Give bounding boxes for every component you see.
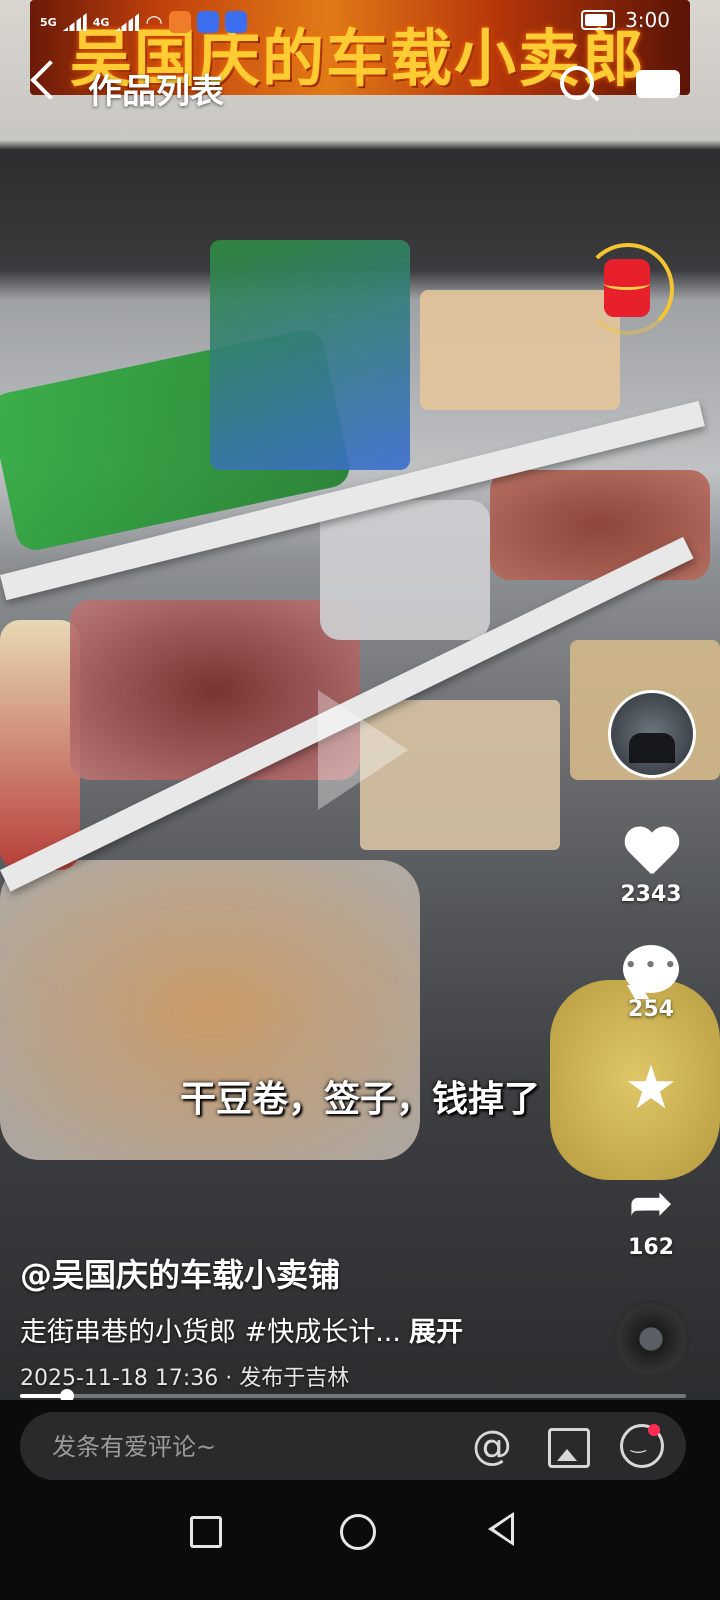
search-icon[interactable] [560, 66, 594, 100]
app-notification-icon [196, 11, 219, 33]
video-frame-detail [0, 620, 80, 870]
signal-icon [115, 13, 140, 31]
battery-icon [581, 10, 616, 30]
network-type-4g: 4G [92, 15, 110, 29]
screen: 吴国庆的车载小卖郎 5G 4G ◠ 3:00 作品列表 2343 • • • 2… [0, 0, 720, 1600]
like-count: 2343 [620, 882, 682, 907]
network-type-5g: 5G [40, 15, 57, 29]
app-notification-icon [224, 11, 247, 33]
wifi-icon: ◠ [145, 10, 163, 34]
recent-apps-icon[interactable] [190, 1516, 222, 1548]
home-icon[interactable] [340, 1514, 376, 1550]
red-packet-icon [604, 259, 650, 317]
share-count: 162 [628, 1235, 674, 1260]
author-name[interactable]: @吴国庆的车载小卖铺 [20, 1250, 340, 1296]
author-avatar[interactable] [608, 690, 696, 778]
status-right: 3:00 [581, 8, 670, 32]
share-icon: ➦ [628, 1171, 674, 1234]
video-frame-detail [210, 240, 410, 470]
play-icon[interactable] [318, 690, 408, 810]
comment-bar: @ [20, 1412, 686, 1480]
expand-button[interactable]: 展开 [409, 1317, 463, 1348]
status-bar: 5G 4G ◠ 3:00 [0, 0, 720, 44]
post-description: 走街串巷的小货郎 #快成长计... 展开 [20, 1310, 463, 1349]
notification-dot [648, 1424, 660, 1436]
video-frame-detail [70, 600, 360, 780]
system-nav-bar [0, 1490, 720, 1600]
page-title: 作品列表 [88, 72, 224, 112]
status-left: 5G 4G ◠ [40, 10, 247, 34]
status-time: 3:00 [625, 8, 670, 32]
music-disc-icon[interactable] [612, 1300, 690, 1378]
heart-icon [623, 822, 679, 878]
video-frame-detail [320, 500, 490, 640]
comment-input[interactable] [50, 1428, 434, 1466]
more-icon[interactable] [636, 70, 680, 98]
comment-icon [623, 945, 679, 993]
back-icon[interactable] [30, 60, 70, 100]
video-progress-bar[interactable] [20, 1389, 686, 1403]
system-back-icon[interactable] [488, 1512, 514, 1546]
post-meta: 2025-11-18 17:36 · 发布于吉林 [20, 1366, 350, 1391]
like-button[interactable]: 2343 [601, 822, 701, 907]
app-notification-icon [168, 11, 191, 33]
top-nav: 作品列表 [0, 56, 720, 116]
red-packet-timer[interactable] [582, 243, 674, 335]
description-text: 走街串巷的小货郎 #快成长计... [20, 1317, 401, 1348]
comment-button[interactable]: 254 [601, 945, 701, 1022]
mention-icon[interactable]: @ [472, 1424, 512, 1468]
video-subtitle: 干豆卷，签子，钱掉了 [179, 1079, 540, 1120]
image-icon[interactable] [548, 1428, 590, 1468]
share-button[interactable]: ➦ 162 [601, 1171, 701, 1261]
signal-icon [62, 13, 87, 31]
comment-count: 254 [628, 997, 674, 1022]
